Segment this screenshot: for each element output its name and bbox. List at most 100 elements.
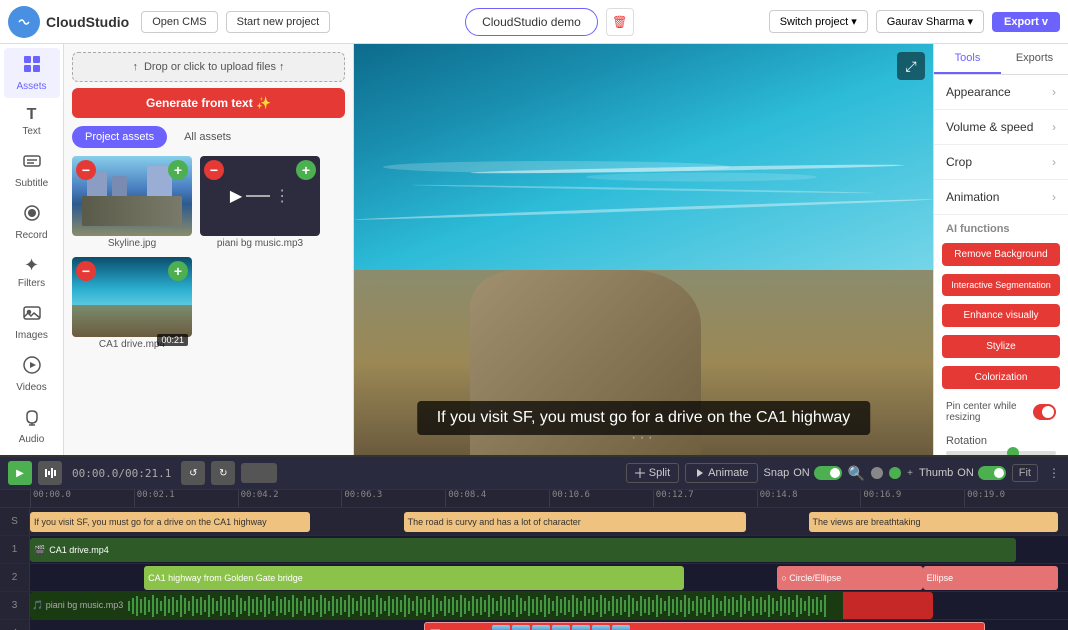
timeline-ruler: 00:00.0 00:02.1 00:04.2 00:06.3 00:08.4 … <box>0 490 1068 508</box>
pin-center-toggle[interactable] <box>1033 404 1056 420</box>
animate-button[interactable]: Animate <box>685 463 757 483</box>
image-segment-skyline[interactable]: 🖼 Skyline.jpg <box>424 622 985 630</box>
time-total: 00:21.1 <box>125 467 171 480</box>
tab-all-assets[interactable]: All assets <box>171 126 244 148</box>
sidebar-item-audio-label: Audio <box>19 434 45 445</box>
remove-background-button[interactable]: Remove Background <box>942 243 1060 266</box>
upload-button[interactable]: ↑ Drop or click to upload files ↑ <box>72 52 345 82</box>
play-icon[interactable]: ▶ <box>230 186 242 206</box>
time-display: 00:00.0/00:21.1 <box>72 467 171 480</box>
fit-button[interactable]: Fit <box>1012 464 1038 482</box>
track-content-2[interactable]: CA1 highway from Golden Gate bridge ○ Ci… <box>30 564 1068 591</box>
thumb-knob <box>994 468 1004 478</box>
section-volume-speed[interactable]: Volume & speed › <box>934 110 1068 145</box>
snap-row: Snap ON <box>764 466 842 480</box>
sidebar-item-record[interactable]: Record <box>4 197 60 247</box>
zoom-dot-active[interactable] <box>889 467 901 479</box>
video-segment-ca1[interactable]: 🎬 CA1 drive.mp4 <box>30 538 1016 562</box>
sidebar-item-images[interactable]: Images <box>4 297 60 347</box>
crop-chevron-icon: › <box>1052 155 1056 169</box>
sidebar-item-subtitle[interactable]: Subtitle <box>4 145 60 195</box>
rotation-slider-thumb[interactable] <box>1007 447 1019 455</box>
ruler-mark-1: 00:02.1 <box>134 490 238 507</box>
colorization-button[interactable]: Colorization <box>942 366 1060 389</box>
asset-item-video: 00:21 − + CA1 drive.mp4 <box>72 257 192 350</box>
tab-project-assets[interactable]: Project assets <box>72 126 167 148</box>
pin-center-label: Pin center while resizing <box>946 401 1033 423</box>
track-video-2: 2 CA1 highway from Golden Gate bridge ○ … <box>0 564 1068 592</box>
open-cms-button[interactable]: Open CMS <box>141 11 217 33</box>
asset-item-skyline: − + Skyline.jpg <box>72 156 192 249</box>
video-segment-ellipse[interactable]: Ellipse <box>923 566 1058 590</box>
zoom-dot[interactable] <box>871 467 883 479</box>
fullscreen-button[interactable]: ⤢ <box>897 52 925 80</box>
subtitle-text: If you visit SF, you must go for a drive… <box>437 409 851 426</box>
thumb-toggle[interactable] <box>978 466 1006 480</box>
switch-project-button[interactable]: Switch project ▾ <box>769 10 868 33</box>
asset-add-skyline-button[interactable]: + <box>168 160 188 180</box>
audio-waveform-piani[interactable]: 🎵 piani bg music.mp3 <box>30 592 933 619</box>
delete-project-button[interactable]: 🗑 <box>606 8 634 36</box>
sidebar-item-videos[interactable]: Videos <box>4 349 60 399</box>
asset-remove-audio-button[interactable]: − <box>204 160 224 180</box>
project-name-button[interactable]: CloudStudio demo <box>465 8 598 36</box>
interactive-segmentation-button[interactable]: Interactive Segmentation <box>942 274 1060 296</box>
video-segment-highway[interactable]: CA1 highway from Golden Gate bridge <box>144 566 684 590</box>
ruler-mark-2: 00:04.2 <box>238 490 342 507</box>
track-content-1[interactable]: 🎬 CA1 drive.mp4 <box>30 536 1068 563</box>
track-audio-3: 3 🎵 piani bg music.mp3 <box>0 592 1068 620</box>
play-button[interactable]: ▶ <box>8 461 32 485</box>
forward-button[interactable]: ↻ <box>211 461 235 485</box>
track-content-3[interactable]: 🎵 piani bg music.mp3 <box>30 592 1068 619</box>
asset-duration-video: 00:21 <box>157 334 188 346</box>
asset-add-audio-button[interactable]: + <box>296 160 316 180</box>
appearance-chevron-icon: › <box>1052 85 1056 99</box>
snap-toggle[interactable] <box>814 466 842 480</box>
sidebar-item-assets[interactable]: Assets <box>4 48 60 98</box>
zoom-out-button[interactable]: 🔍 <box>848 465 865 482</box>
more-options-video[interactable]: ··· <box>631 429 656 447</box>
enhance-visually-button[interactable]: Enhance visually <box>942 304 1060 327</box>
subtitle-segment-3[interactable]: The views are breathtaking <box>809 512 1058 532</box>
ruler-mark-0: 00:00.0 <box>30 490 134 507</box>
timeline-tracks: S If you visit SF, you must go for a dri… <box>0 508 1068 630</box>
ruler-mark-6: 00:12.7 <box>653 490 757 507</box>
asset-item-audio: ▶ ⋮ − + piani bg music.mp3 <box>200 156 320 249</box>
asset-remove-skyline-button[interactable]: − <box>76 160 96 180</box>
section-appearance[interactable]: Appearance › <box>934 75 1068 110</box>
snap-knob <box>830 468 840 478</box>
track-content-4[interactable]: 🖼 Skyline.jpg <box>30 620 1068 630</box>
export-button[interactable]: Export v <box>992 12 1060 32</box>
split-label: Split <box>649 467 670 479</box>
waveform-button[interactable] <box>38 461 62 485</box>
video-segment-circle[interactable]: ○ Circle/Ellipse <box>777 566 922 590</box>
tab-tools[interactable]: Tools <box>934 44 1001 74</box>
subtitle-segment-1[interactable]: If you visit SF, you must go for a drive… <box>30 512 310 532</box>
tab-exports[interactable]: Exports <box>1001 44 1068 74</box>
new-project-button[interactable]: Start new project <box>226 11 331 33</box>
split-button[interactable]: Split <box>626 463 679 483</box>
stylize-button[interactable]: Stylize <box>942 335 1060 358</box>
thumb-state: ON <box>957 467 974 479</box>
user-menu-button[interactable]: Gaurav Sharma ▾ <box>876 10 984 33</box>
sidebar-item-text[interactable]: T Text <box>4 100 60 143</box>
sidebar-item-filters[interactable]: ✦ Filters <box>4 249 60 295</box>
asset-remove-video-button[interactable]: − <box>76 261 96 281</box>
track-label-2: 2 <box>0 564 30 591</box>
track-content-subtitle[interactable]: If you visit SF, you must go for a drive… <box>30 508 1068 535</box>
ruler-mark-7: 00:14.8 <box>757 490 861 507</box>
subtitle-segment-2[interactable]: The road is curvy and has a lot of chara… <box>404 512 747 532</box>
zoom-in-button[interactable]: + <box>907 468 913 479</box>
more-timeline-options[interactable]: ⋮ <box>1048 466 1060 480</box>
sidebar-item-audio[interactable]: Audio <box>4 401 60 451</box>
rotation-slider[interactable] <box>946 451 1056 455</box>
app-logo: CloudStudio <box>8 6 129 38</box>
asset-add-video-button[interactable]: + <box>168 261 188 281</box>
audio-more-icon[interactable]: ⋮ <box>274 186 290 206</box>
playback-mode-button[interactable] <box>241 463 277 483</box>
reset-button[interactable]: ↺ <box>181 461 205 485</box>
section-animation[interactable]: Animation › <box>934 180 1068 215</box>
assets-panel: ↑ Drop or click to upload files ↑ Genera… <box>64 44 354 455</box>
generate-button[interactable]: Generate from text ✨ <box>72 88 345 118</box>
section-crop[interactable]: Crop › <box>934 145 1068 180</box>
